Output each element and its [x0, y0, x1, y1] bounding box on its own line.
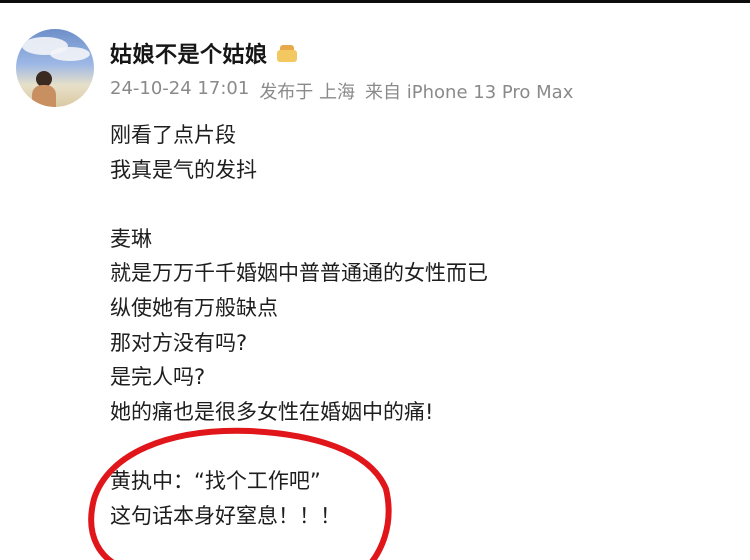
avatar-cloud — [50, 47, 90, 61]
post-content-line: 黄执中：“找个工作吧” — [110, 468, 321, 493]
badge-body — [276, 50, 297, 62]
post-device: 来自 iPhone 13 Pro Max — [365, 82, 574, 103]
post-content-line: 这句话本身好窒息！！！ — [110, 503, 341, 528]
weibo-post-card: 姑娘不是个姑娘 24-10-24 17:01 发布于 上海 来自 iPhone … — [0, 3, 750, 560]
post-content-line: 就是万万千千婚姻中普普通通的女性而已 — [110, 261, 488, 286]
post-content-line: 麦琳 — [110, 226, 152, 251]
author-name[interactable]: 姑娘不是个姑娘 — [110, 37, 268, 69]
post-content-line: 那对方没有吗? — [110, 330, 248, 355]
post-content-line: 她的痛也是很多女性在婚姻中的痛! — [110, 399, 434, 424]
post-meta: 24-10-24 17:01 发布于 上海 来自 iPhone 13 Pro M… — [110, 78, 573, 104]
post-content-line: 我真是气的发抖 — [110, 157, 257, 182]
avatar-figure-body — [32, 85, 56, 107]
post-datetime: 24-10-24 17:01 — [110, 78, 250, 99]
avatar[interactable] — [16, 29, 94, 107]
post-content-line: 纵使她有万般缺点 — [110, 295, 278, 320]
gift-badge-icon[interactable] — [276, 43, 298, 63]
post-content-line: 是完人吗? — [110, 365, 206, 390]
post-content-blank-line — [110, 429, 730, 464]
post-content-line: 刚看了点片段 — [110, 123, 236, 147]
post-content-blank-line — [110, 187, 730, 222]
author-row: 姑娘不是个姑娘 — [110, 36, 298, 70]
post-content: 刚看了点片段 我真是气的发抖 麦琳 就是万万千千婚姻中普普通通的女性而已 纵使她… — [110, 118, 730, 533]
post-location: 发布于 上海 — [259, 82, 356, 103]
